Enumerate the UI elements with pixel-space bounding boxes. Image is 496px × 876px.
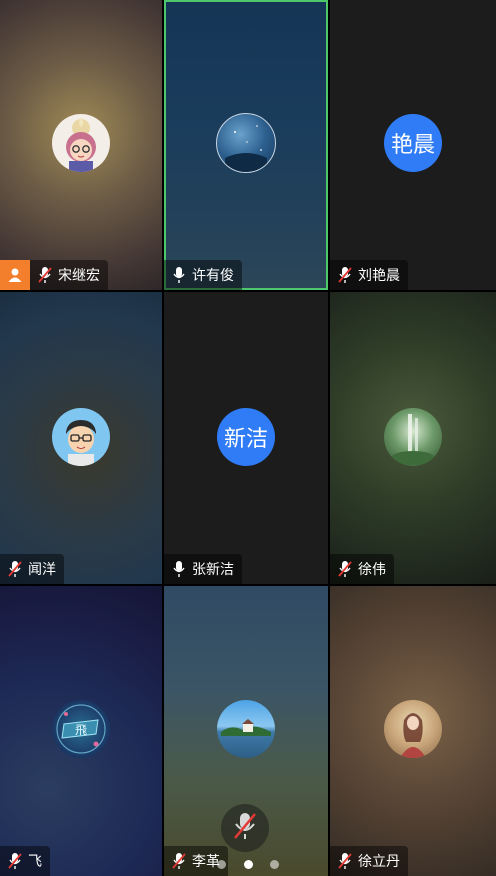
participant-avatar [216,113,276,173]
participant-avatar [217,700,275,758]
participant-avatar [384,700,442,758]
participant-label: 徐伟 [330,554,394,584]
mic-muted-icon [336,559,354,579]
participant-label: 闻洋 [0,554,64,584]
video-grid: 宋继宏 许有俊 艳晨 刘艳晨 闻洋 新洁 张新洁 徐伟 飛 飞 李革 徐立丹 [0,0,496,876]
page-dot[interactable] [270,859,279,869]
page-dot-current[interactable] [243,859,253,869]
mic-icon [170,559,188,579]
mic-muted-icon [170,851,188,871]
participant-tile[interactable]: 徐伟 [330,292,496,584]
page-indicator [217,858,279,870]
participant-name: 宋继宏 [58,267,100,283]
participant-name: 张新洁 [192,561,234,577]
host-person-icon [0,260,30,290]
mute-toggle-button[interactable] [221,804,269,852]
participant-name: 许有俊 [192,267,234,283]
participant-label: 许有俊 [164,260,242,290]
mic-muted-icon [336,265,354,285]
participant-avatar [384,408,442,466]
participant-tile[interactable]: 艳晨 刘艳晨 [330,0,496,290]
mic-muted-icon [6,851,24,871]
participant-tile[interactable]: 闻洋 [0,292,162,584]
mic-icon [170,265,188,285]
mic-muted-icon [6,559,24,579]
participant-tile[interactable]: 徐立丹 [330,586,496,876]
participant-name: 徐伟 [358,561,386,577]
participant-tile[interactable]: 新洁 张新洁 [164,292,328,584]
participant-avatar-text: 新洁 [217,408,275,466]
participant-name: 闻洋 [28,561,56,577]
participant-avatar [52,114,110,172]
participant-name: 刘艳晨 [358,267,400,283]
participant-label: 张新洁 [164,554,242,584]
participant-avatar-text: 艳晨 [384,114,442,172]
participant-name: 李革 [192,853,220,869]
mic-muted-icon [336,851,354,871]
mic-muted-icon [36,265,54,285]
participant-name: 飞 [28,853,42,869]
participant-name: 徐立丹 [358,853,400,869]
participant-tile[interactable]: 飛 飞 [0,586,162,876]
participant-tile-active-speaker[interactable]: 许有俊 [164,0,328,290]
mic-muted-icon [232,811,258,846]
participant-tile[interactable]: 宋继宏 [0,0,162,290]
participant-label: 宋继宏 [0,260,108,290]
avatar-glyph: 飛 [74,722,87,737]
participant-label: 刘艳晨 [330,260,408,290]
participant-avatar [52,408,110,466]
page-dot[interactable] [217,859,226,869]
participant-avatar: 飛 [52,700,110,758]
